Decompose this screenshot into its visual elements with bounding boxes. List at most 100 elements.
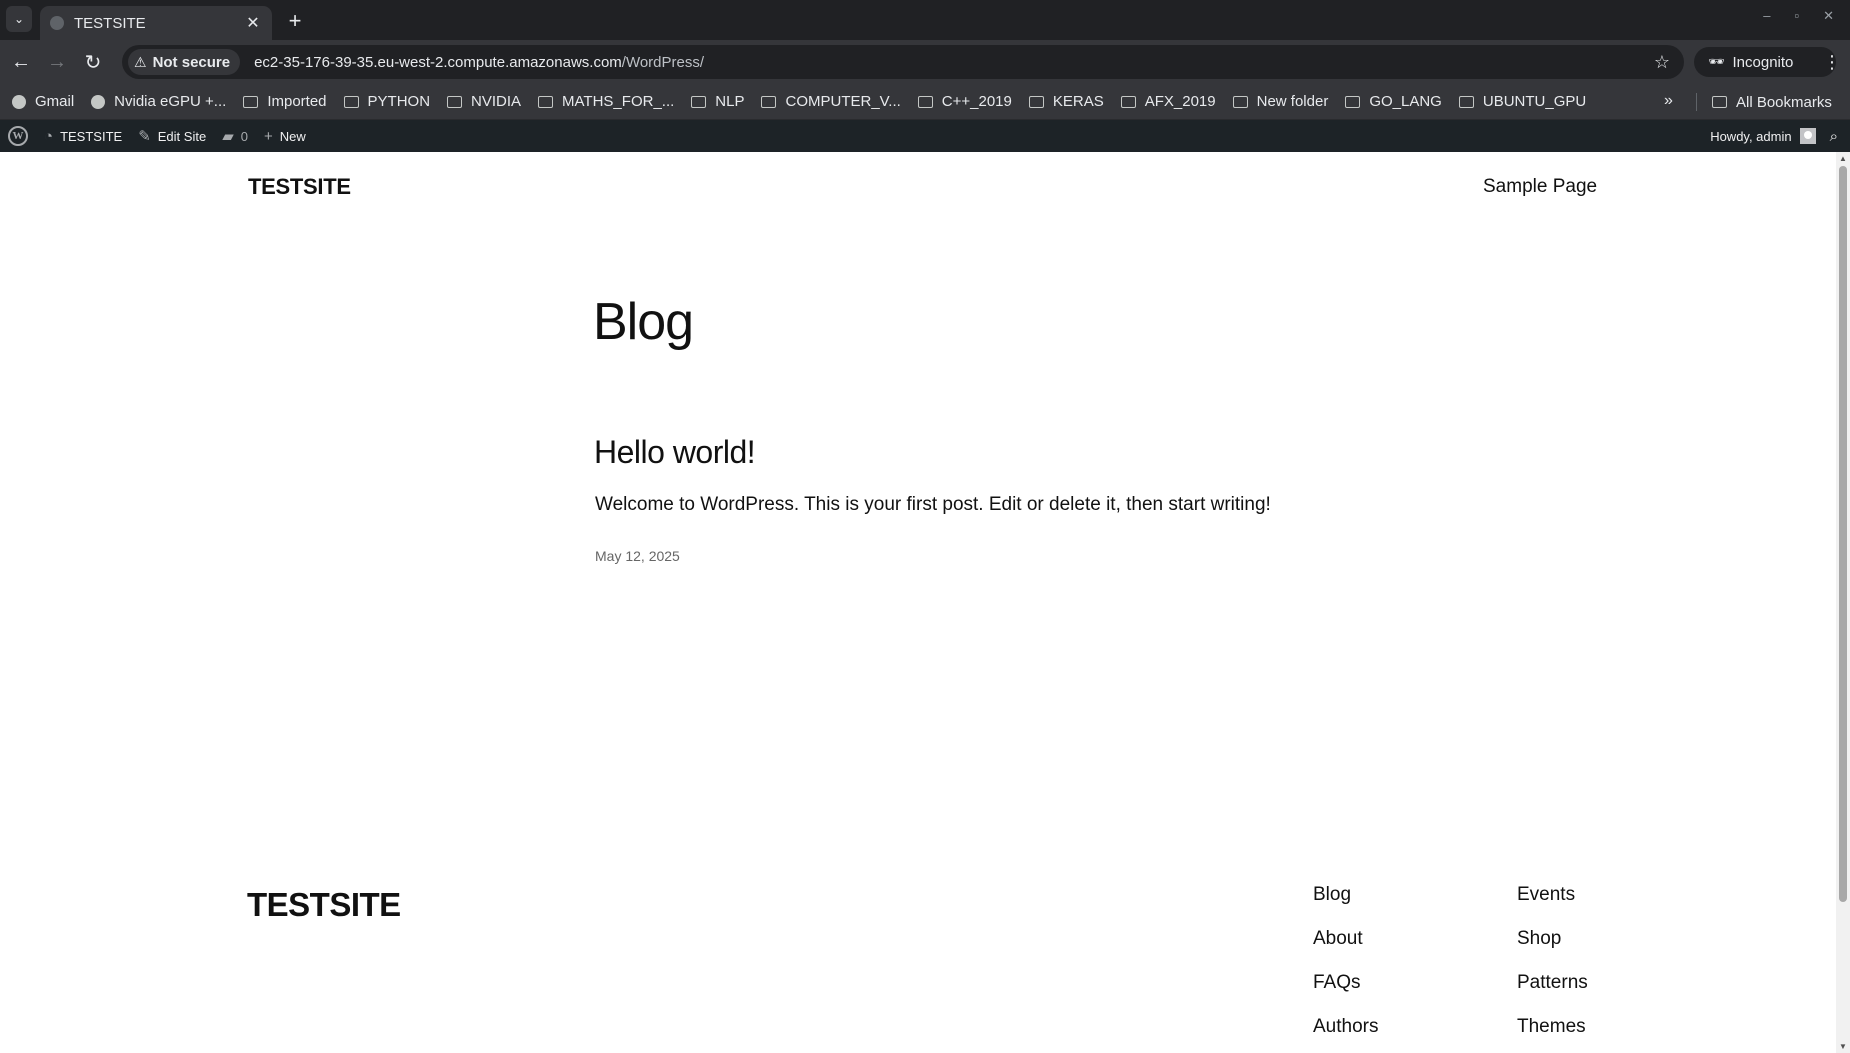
bookmark-folder-maths[interactable]: MATHS_FOR_... bbox=[538, 93, 674, 110]
chevron-double-right-icon[interactable]: » bbox=[1664, 92, 1673, 110]
bookmark-label: NVIDIA bbox=[471, 93, 522, 110]
edit-site-label: Edit Site bbox=[157, 128, 207, 144]
tab-strip: ⌄ TESTSITE ✕ + – ▫ ✕ bbox=[0, 0, 1850, 40]
footer-site-title[interactable]: TESTSITE bbox=[247, 886, 401, 924]
page-scrollbar[interactable]: ▲ ▼ bbox=[1836, 152, 1850, 1053]
admin-search[interactable]: ⌕ bbox=[1828, 120, 1850, 152]
chevron-down-icon: ⌄ bbox=[13, 12, 25, 26]
footer-link-faqs[interactable]: FAQs bbox=[1313, 971, 1378, 995]
edit-site-link[interactable]: ✎ Edit Site bbox=[130, 120, 214, 152]
folder-icon bbox=[1232, 95, 1248, 108]
incognito-badge[interactable]: 🕶 Incognito bbox=[1694, 47, 1836, 77]
folder-icon bbox=[447, 95, 463, 108]
site-title[interactable]: TESTSITE bbox=[248, 174, 351, 200]
wp-logo-menu[interactable]: W bbox=[0, 120, 36, 152]
bookmark-label: NLP bbox=[715, 93, 745, 110]
folder-icon bbox=[917, 95, 933, 108]
url-path: /WordPress/ bbox=[621, 53, 705, 71]
footer-link-events[interactable]: Events bbox=[1517, 883, 1588, 907]
bookmarks-bar: Gmail Nvidia eGPU +... Imported PYTHON N… bbox=[0, 84, 1850, 120]
my-account-menu[interactable]: Howdy, admin bbox=[1702, 120, 1827, 152]
incognito-label: Incognito bbox=[1732, 53, 1794, 71]
reload-button[interactable]: ↻ bbox=[80, 49, 106, 75]
folder-icon bbox=[243, 95, 259, 108]
back-button[interactable]: ← bbox=[8, 49, 34, 75]
close-window-icon[interactable]: ✕ bbox=[1823, 8, 1834, 24]
footer-link-about[interactable]: About bbox=[1313, 927, 1378, 951]
scrollbar-thumb[interactable] bbox=[1839, 166, 1847, 902]
plus-icon: + bbox=[288, 8, 302, 33]
bookmark-folder-cpp[interactable]: C++_2019 bbox=[917, 93, 1012, 110]
nav-sample-page[interactable]: Sample Page bbox=[1483, 176, 1597, 198]
footer-link-patterns[interactable]: Patterns bbox=[1517, 971, 1588, 995]
comments-count: 0 bbox=[240, 128, 248, 144]
folder-icon bbox=[1712, 96, 1727, 108]
security-chip[interactable]: ⚠ Not secure bbox=[128, 49, 241, 75]
post-date[interactable]: May 12, 2025 bbox=[595, 548, 680, 564]
bookmark-folder-nvidia[interactable]: NVIDIA bbox=[447, 93, 521, 110]
close-icon[interactable]: ✕ bbox=[244, 13, 262, 33]
folder-icon bbox=[1345, 95, 1361, 108]
search-icon: ⌕ bbox=[1829, 127, 1838, 145]
globe-icon bbox=[91, 94, 106, 109]
post-title[interactable]: Hello world! bbox=[594, 434, 756, 471]
bookmark-folder-keras[interactable]: KERAS bbox=[1028, 93, 1104, 110]
comments-link[interactable]: ▰ 0 bbox=[214, 120, 256, 152]
bookmark-label: Imported bbox=[267, 93, 327, 110]
warning-icon: ⚠ bbox=[134, 53, 147, 70]
admin-bar-right: Howdy, admin ⌕ bbox=[1702, 120, 1850, 152]
bookmark-folder-new-folder[interactable]: New folder bbox=[1232, 93, 1329, 110]
new-content-menu[interactable]: + New bbox=[256, 120, 314, 152]
bookmark-gmail[interactable]: Gmail bbox=[12, 93, 74, 110]
new-label: New bbox=[279, 128, 306, 144]
folder-icon bbox=[1120, 95, 1136, 108]
footer-link-themes[interactable]: Themes bbox=[1517, 1015, 1588, 1039]
bookmark-label: Nvidia eGPU +... bbox=[114, 93, 227, 110]
bookmark-label: MATHS_FOR_... bbox=[562, 93, 675, 110]
folder-icon bbox=[538, 95, 554, 108]
bookmark-folder-python[interactable]: PYTHON bbox=[343, 93, 431, 110]
browser-menu-button[interactable]: ⋮ bbox=[1820, 49, 1844, 75]
forward-button[interactable]: → bbox=[44, 49, 70, 75]
security-label: Not secure bbox=[152, 53, 231, 71]
bookmark-nvidia-egpu[interactable]: Nvidia eGPU +... bbox=[91, 93, 226, 110]
admin-site-label: TESTSITE bbox=[60, 128, 123, 144]
bookmark-folder-go-lang[interactable]: GO_LANG bbox=[1345, 93, 1442, 110]
folder-icon bbox=[1458, 95, 1474, 108]
incognito-icon: 🕶 bbox=[1708, 54, 1725, 69]
bookmark-label: KERAS bbox=[1052, 93, 1104, 110]
browser-toolbar: ← → ↻ ⚠ Not secure ec2-35-176-39-35.eu-w… bbox=[0, 40, 1850, 84]
minimize-icon[interactable]: – bbox=[1763, 8, 1770, 24]
wordpress-logo-icon: W bbox=[8, 126, 28, 146]
all-bookmarks-button[interactable]: All Bookmarks bbox=[1712, 84, 1832, 120]
bookmark-folder-afx[interactable]: AFX_2019 bbox=[1120, 93, 1216, 110]
avatar bbox=[1799, 128, 1816, 144]
folder-icon bbox=[1028, 95, 1044, 108]
admin-site-name[interactable]: ◔ TESTSITE bbox=[36, 120, 130, 152]
bookmark-folder-nlp[interactable]: NLP bbox=[691, 93, 744, 110]
window-controls: – ▫ ✕ bbox=[1763, 8, 1850, 24]
url-text[interactable]: ec2-35-176-39-35.eu-west-2.compute.amazo… bbox=[254, 54, 1654, 71]
folder-icon bbox=[691, 95, 707, 108]
new-tab-button[interactable]: + bbox=[282, 8, 308, 34]
bookmark-star-icon[interactable]: ☆ bbox=[1654, 52, 1670, 73]
footer-link-shop[interactable]: Shop bbox=[1517, 927, 1588, 951]
scroll-up-icon[interactable]: ▲ bbox=[1838, 154, 1848, 163]
bookmark-label: PYTHON bbox=[367, 93, 431, 110]
gmail-icon bbox=[12, 94, 26, 109]
bookmark-label: New folder bbox=[1256, 93, 1329, 110]
address-bar[interactable]: ⚠ Not secure ec2-35-176-39-35.eu-west-2.… bbox=[122, 45, 1684, 79]
bookmark-folder-ubuntu-gpu[interactable]: UBUNTU_GPU bbox=[1458, 93, 1586, 110]
folder-icon bbox=[343, 95, 359, 108]
footer-link-authors[interactable]: Authors bbox=[1313, 1015, 1378, 1039]
brush-icon: ✎ bbox=[138, 128, 151, 145]
bookmark-folder-computer-v[interactable]: COMPUTER_V... bbox=[761, 93, 901, 110]
reload-icon: ↻ bbox=[84, 51, 102, 74]
bookmark-folder-imported[interactable]: Imported bbox=[243, 93, 327, 110]
arrow-left-icon: ← bbox=[11, 50, 31, 73]
tab-search-button[interactable]: ⌄ bbox=[6, 6, 32, 32]
restore-icon[interactable]: ▫ bbox=[1794, 8, 1799, 24]
active-tab[interactable]: TESTSITE ✕ bbox=[40, 6, 272, 40]
footer-link-blog[interactable]: Blog bbox=[1313, 883, 1378, 907]
scroll-down-icon[interactable]: ▼ bbox=[1838, 1042, 1848, 1051]
